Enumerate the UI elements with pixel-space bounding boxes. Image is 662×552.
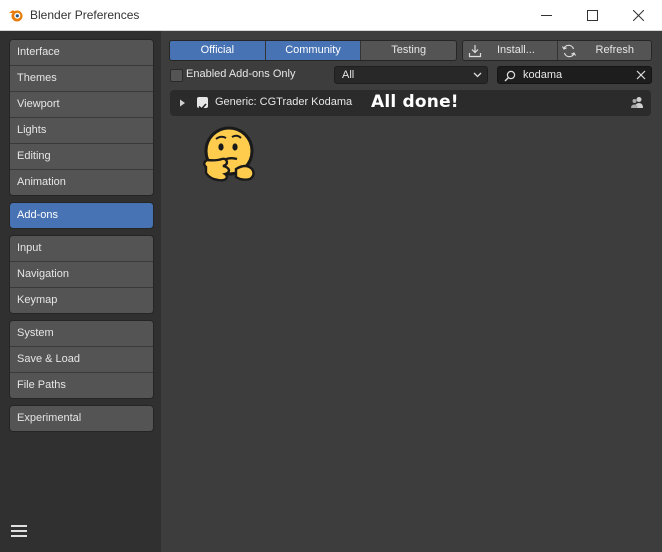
tab-testing[interactable]: Testing xyxy=(360,41,456,60)
filter-row: Enabled Add-ons Only All kodama xyxy=(161,66,662,86)
maximize-button[interactable] xyxy=(569,0,615,31)
maximize-icon xyxy=(586,10,598,21)
sidebar-item-viewport[interactable]: Viewport xyxy=(10,91,153,117)
all-done-message: All done! xyxy=(371,92,459,112)
search-input[interactable]: kodama xyxy=(497,66,652,84)
sidebar-item-experimental[interactable]: Experimental xyxy=(10,406,153,431)
addon-name: Generic: CGTrader Kodama xyxy=(215,96,353,108)
close-icon xyxy=(632,10,644,21)
checkmark-icon xyxy=(198,103,207,111)
install-refresh-group: Install... Refresh xyxy=(462,40,652,61)
refresh-label: Refresh xyxy=(595,44,635,56)
tab-community[interactable]: Community xyxy=(264,41,361,60)
sidebar-item-keymap[interactable]: Keymap xyxy=(10,287,153,313)
sidebar-item-navigation[interactable]: Navigation xyxy=(10,261,153,287)
minimize-button[interactable] xyxy=(523,0,569,31)
search-icon xyxy=(504,70,516,82)
minimize-icon xyxy=(540,15,552,16)
download-icon xyxy=(468,45,482,58)
enabled-only-label: Enabled Add-ons Only xyxy=(186,68,296,80)
chevron-down-icon xyxy=(473,72,482,78)
sidebar-item-file-paths[interactable]: File Paths xyxy=(10,372,153,398)
addon-enabled-checkbox[interactable] xyxy=(197,97,208,111)
window-title: Blender Preferences xyxy=(30,8,140,22)
tab-official[interactable]: Official xyxy=(170,41,265,60)
addons-panel: Official Community Testing Install... Re… xyxy=(161,31,662,552)
close-button[interactable] xyxy=(615,0,661,31)
search-value: kodama xyxy=(523,69,563,81)
thinking-face-icon xyxy=(203,126,255,182)
enabled-only-checkbox[interactable] xyxy=(170,69,183,82)
sidebar-item-themes[interactable]: Themes xyxy=(10,65,153,91)
sidebar-group-1: Interface Themes Viewport Lights Editing… xyxy=(9,39,154,196)
sidebar-item-interface[interactable]: Interface xyxy=(10,40,153,65)
sidebar-item-addons[interactable]: Add-ons xyxy=(10,203,153,228)
sidebar-group-3: Input Navigation Keymap xyxy=(9,235,154,314)
sidebar-item-input[interactable]: Input xyxy=(10,236,153,261)
sidebar-item-lights[interactable]: Lights xyxy=(10,117,153,143)
refresh-button[interactable]: Refresh xyxy=(556,41,651,60)
sidebar-item-editing[interactable]: Editing xyxy=(10,143,153,169)
sidebar-item-animation[interactable]: Animation xyxy=(10,169,153,195)
sidebar-item-save-load[interactable]: Save & Load xyxy=(10,346,153,372)
sidebar-item-system[interactable]: System xyxy=(10,321,153,346)
sidebar-group-5: Experimental xyxy=(9,405,154,432)
install-label: Install... xyxy=(497,44,535,56)
expand-triangle-icon[interactable] xyxy=(179,99,186,107)
preferences-sidebar: Interface Themes Viewport Lights Editing… xyxy=(0,31,161,552)
clear-search-icon[interactable] xyxy=(636,70,646,80)
refresh-icon xyxy=(561,44,576,58)
category-dropdown[interactable]: All xyxy=(334,66,488,84)
blender-logo-icon xyxy=(9,10,23,22)
sidebar-group-2: Add-ons xyxy=(9,202,154,229)
category-value: All xyxy=(342,69,355,81)
support-level-tabs: Official Community Testing xyxy=(169,40,457,61)
sidebar-group-4: System Save & Load File Paths xyxy=(9,320,154,399)
window-titlebar: Blender Preferences xyxy=(0,0,662,31)
community-users-icon xyxy=(631,97,643,108)
install-button[interactable]: Install... xyxy=(463,41,557,60)
hamburger-icon[interactable] xyxy=(11,525,27,539)
